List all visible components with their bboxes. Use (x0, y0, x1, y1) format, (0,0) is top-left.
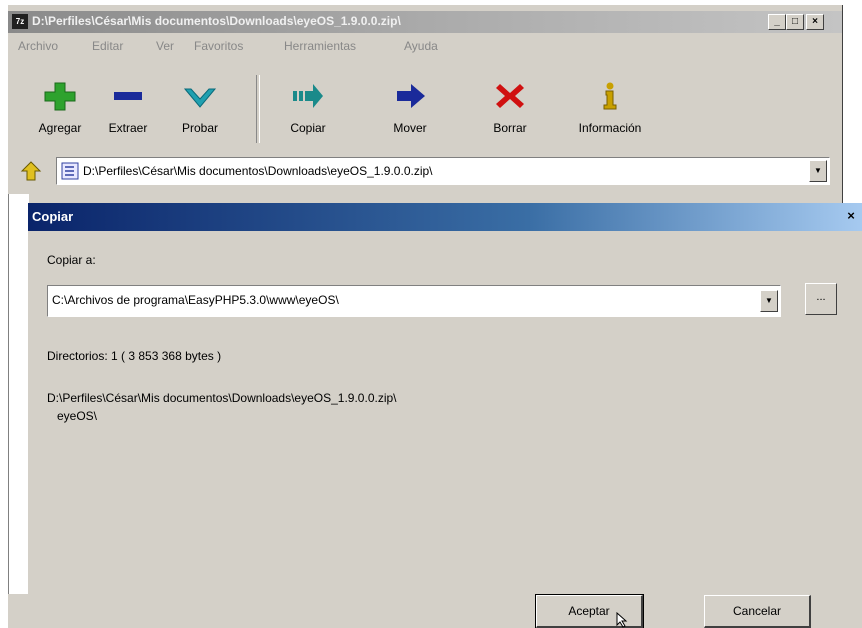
window-title: D:\Perfiles\César\Mis documentos\Downloa… (32, 14, 401, 28)
move-button[interactable]: Mover (372, 71, 448, 147)
copy-button[interactable]: Copiar (270, 71, 346, 147)
delete-label: Borrar (493, 121, 527, 135)
dialog-title-bar[interactable]: Copiar × (28, 203, 862, 231)
menu-ver[interactable]: Ver (156, 39, 174, 53)
checkmark-icon (183, 88, 217, 108)
plus-icon (44, 82, 76, 111)
address-text: D:\Perfiles\César\Mis documentos\Downloa… (83, 164, 433, 178)
test-label: Probar (181, 121, 219, 135)
cancel-button[interactable]: Cancelar (704, 595, 811, 628)
dialog-close-icon[interactable]: × (842, 208, 860, 224)
browse-button[interactable]: ... (805, 283, 837, 315)
info-label: Información (578, 121, 642, 135)
move-label: Mover (393, 121, 427, 135)
address-dropdown-button[interactable]: ▼ (809, 160, 827, 182)
destination-combobox[interactable]: C:\Archivos de programa\EasyPHP5.3.0\www… (47, 285, 781, 317)
directories-info: Directorios: 1 ( 3 853 368 bytes ) (47, 349, 222, 363)
file-list-edge (8, 194, 29, 594)
toolbar-separator (256, 75, 260, 143)
copy-dialog: Copiar × Copiar a: C:\Archivos de progra… (28, 203, 862, 628)
extract-button[interactable]: Extraer (90, 71, 166, 147)
dialog-title: Copiar (32, 209, 74, 224)
mouse-cursor-icon (616, 612, 628, 628)
delete-x-icon (496, 84, 524, 108)
destination-input[interactable]: C:\Archivos de programa\EasyPHP5.3.0\www… (52, 293, 339, 307)
info-button[interactable]: Información (560, 71, 660, 147)
minimize-button[interactable]: _ (768, 14, 786, 30)
move-arrow-icon (397, 84, 425, 108)
toolbar: Agregar Extraer Probar Copiar Mover Borr… (12, 71, 836, 149)
add-label: Agregar (38, 121, 82, 135)
extract-label: Extraer (108, 121, 148, 135)
source-path: D:\Perfiles\César\Mis documentos\Downloa… (47, 391, 397, 405)
maximize-button[interactable]: □ (786, 14, 804, 30)
copy-to-label: Copiar a: (47, 253, 96, 267)
close-button[interactable]: × (806, 14, 824, 30)
title-bar[interactable]: 7z D:\Perfiles\César\Mis documentos\Down… (8, 11, 842, 33)
menu-ayuda[interactable]: Ayuda (404, 39, 438, 53)
info-icon (603, 82, 617, 110)
menu-bar: Archivo Editar Ver Favoritos Herramienta… (8, 35, 842, 57)
address-row: D:\Perfiles\César\Mis documentos\Downloa… (8, 155, 842, 185)
add-button[interactable]: Agregar (22, 71, 98, 147)
copy-label: Copiar (290, 121, 326, 135)
menu-favoritos[interactable]: Favoritos (194, 39, 243, 53)
delete-button[interactable]: Borrar (472, 71, 548, 147)
up-folder-icon[interactable] (20, 161, 42, 181)
address-bar[interactable]: D:\Perfiles\César\Mis documentos\Downloa… (56, 157, 830, 185)
menu-herramientas[interactable]: Herramientas (284, 39, 356, 53)
zip-archive-icon (61, 162, 79, 180)
test-button[interactable]: Probar (162, 71, 238, 147)
destination-dropdown-button[interactable]: ▼ (760, 290, 778, 312)
app-icon: 7z (12, 14, 28, 29)
minus-icon (114, 92, 142, 100)
copy-arrow-icon (293, 84, 323, 108)
menu-editar[interactable]: Editar (92, 39, 123, 53)
source-folder: eyeOS\ (57, 409, 98, 423)
menu-archivo[interactable]: Archivo (18, 39, 58, 53)
